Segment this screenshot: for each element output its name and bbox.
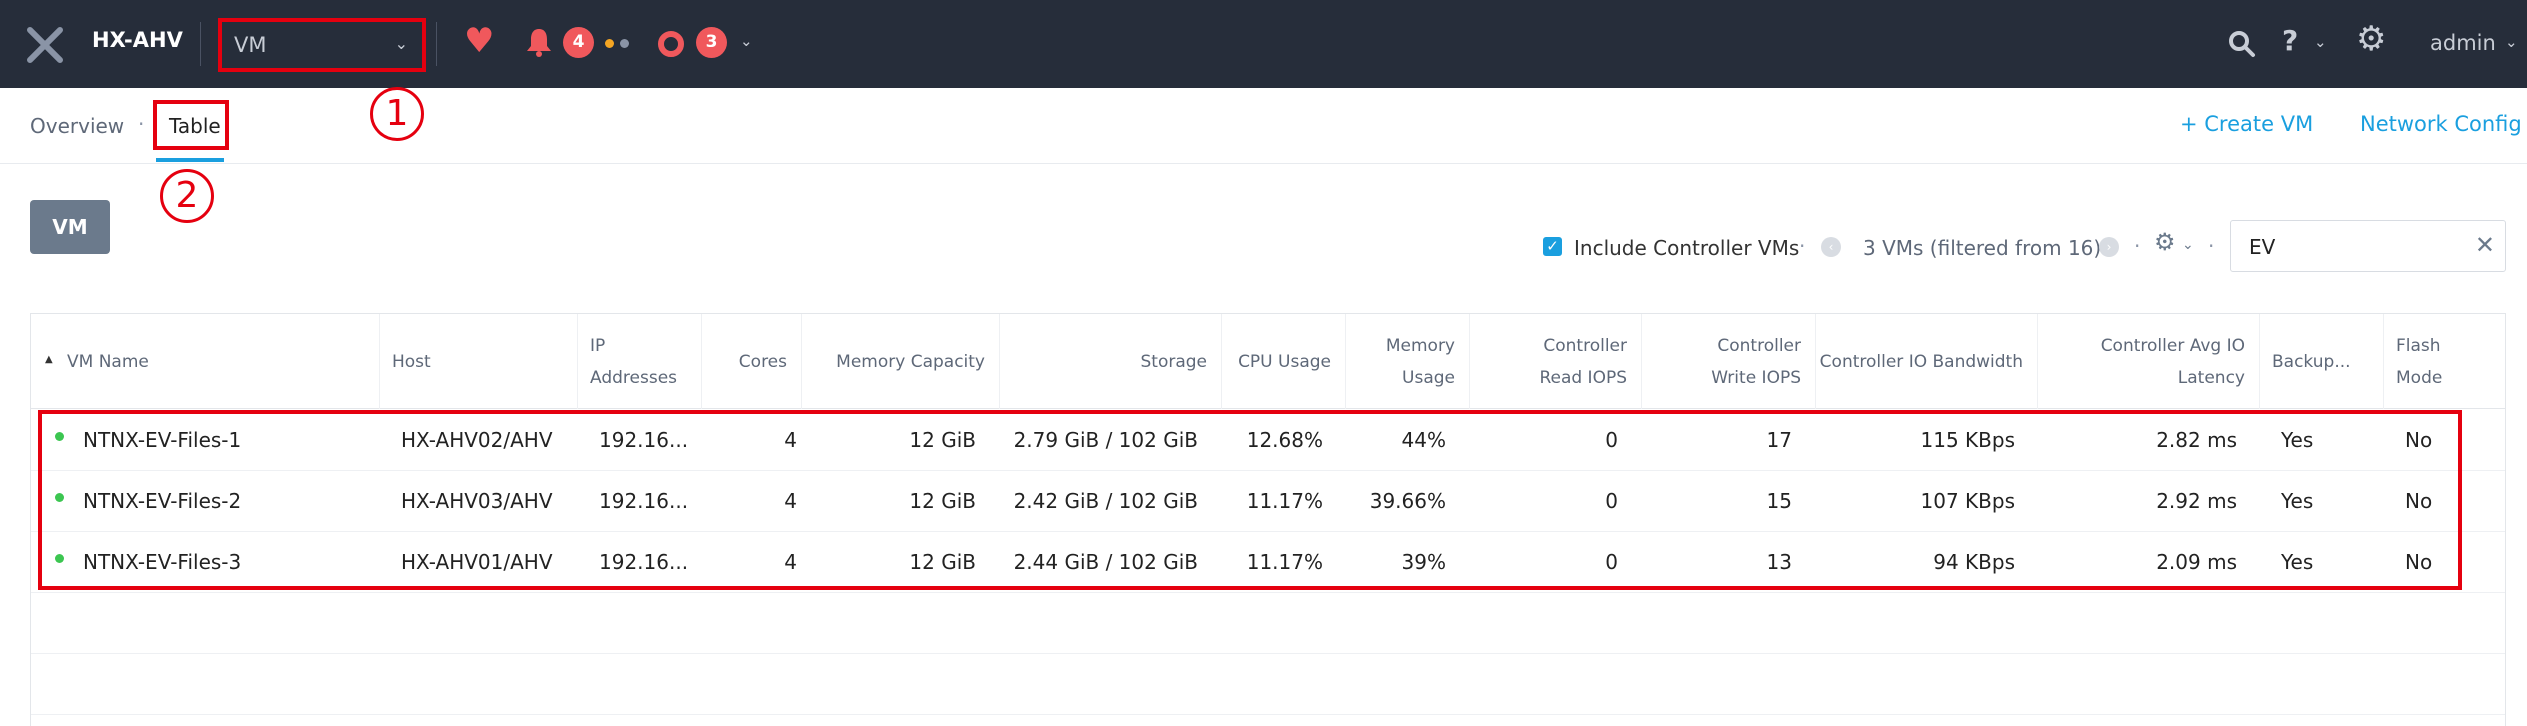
table-settings-gear-icon[interactable]: ⚙ [2154,228,2176,256]
bell-icon[interactable] [524,26,554,58]
column-header[interactable]: Controller Write IOPS [1641,314,1815,409]
network-config-link[interactable]: Network Config [2360,112,2522,136]
search-input-value: EV [2249,235,2276,259]
annotation-highlight-box [38,410,2462,590]
search-input[interactable]: EV ✕ [2230,220,2506,272]
chevron-down-icon[interactable]: ⌄ [2182,237,2194,253]
tasks-ring-icon[interactable] [658,31,684,57]
chevron-down-icon[interactable]: ⌄ [740,32,753,50]
divider [436,22,437,66]
active-tab-indicator [156,158,224,162]
column-header[interactable]: Controller IO Bandwidth [1815,314,2037,409]
entity-selector-dropdown[interactable]: VM ⌄ [218,18,426,72]
warning-dot-icon [605,39,614,48]
filter-count: 3 VMs (filtered from 16) [1863,236,2102,260]
column-header[interactable]: Controller Avg IO Latency [2037,314,2259,409]
empty-table-row [31,654,2505,715]
include-controller-checkbox[interactable]: ✓ [1543,237,1562,256]
search-icon[interactable] [2228,30,2256,58]
close-icon[interactable]: ✕ [2475,231,2495,259]
vm-button[interactable]: VM [30,200,110,254]
callout-2: 2 [160,169,214,223]
next-page-icon[interactable]: › [2099,237,2119,257]
toolbar-separator: · [2208,234,2215,258]
previous-page-icon[interactable]: ‹ [1821,237,1841,257]
chevron-down-icon: ⌄ [394,34,408,53]
chevron-down-icon[interactable]: ⌄ [2505,33,2518,51]
tab-separator: · [138,112,145,136]
column-header[interactable]: VM Name [55,314,409,409]
tab-table-label: Table [169,114,221,138]
column-header[interactable]: IP Addresses [577,314,701,409]
alerts-count-badge[interactable]: 4 [563,27,594,58]
column-header[interactable]: Memory Capacity [801,314,999,409]
help-icon[interactable]: ? [2282,24,2298,57]
column-header[interactable]: Backup... [2259,314,2383,409]
column-header[interactable]: Flash Mode [2383,314,2505,409]
column-header[interactable]: Controller Read IOPS [1469,314,1641,409]
column-header[interactable]: Memory Usage [1345,314,1469,409]
settings-gear-icon[interactable]: ⚙ [2356,22,2386,56]
top-nav-bar: HX-AHV VM ⌄ ♥ 4 3 ⌄ ? ⌄ ⚙ admin ⌄ [0,0,2527,88]
column-header[interactable]: Host [379,314,577,409]
toolbar-separator: · [2134,234,2141,258]
empty-table-row [31,593,2505,654]
column-header[interactable]: Cores [701,314,801,409]
health-heart-icon[interactable]: ♥ [464,24,494,58]
user-menu[interactable]: admin [2430,31,2496,55]
cluster-name[interactable]: HX-AHV [92,28,183,52]
nutanix-logo-icon[interactable] [26,26,64,64]
include-controller-label[interactable]: Include Controller VMs [1574,236,1799,260]
chevron-down-icon[interactable]: ⌄ [2314,33,2327,51]
divider [200,22,201,66]
column-header[interactable]: Storage [999,314,1221,409]
info-dot-icon [620,39,629,48]
entity-selector-value: VM [234,33,267,57]
tab-table[interactable]: Table [153,100,229,150]
create-vm-link[interactable]: + Create VM [2180,112,2313,136]
callout-1: 1 [370,87,424,141]
tasks-count-badge[interactable]: 3 [696,27,727,58]
tab-overview[interactable]: Overview [30,114,124,138]
sort-ascending-icon[interactable]: ▲ [45,354,53,365]
column-header[interactable]: CPU Usage [1221,314,1345,409]
toolbar-separator: · [1799,234,1806,258]
table-header: ▲ VM Name Host IP Addresses Cores Memory… [31,314,2505,409]
